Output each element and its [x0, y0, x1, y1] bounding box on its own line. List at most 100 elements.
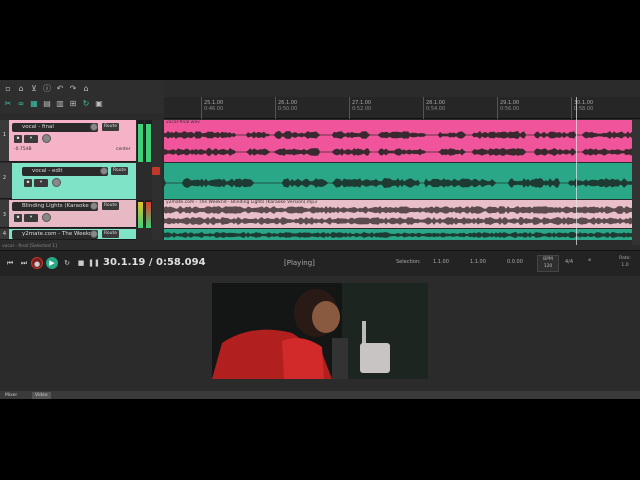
- route-button[interactable]: Route: [102, 202, 120, 210]
- track-meter-3b: [145, 200, 152, 228]
- save-icon[interactable]: ⊻: [28, 83, 40, 95]
- play-state: [Playing]: [284, 259, 315, 267]
- waveform-4: [164, 232, 632, 238]
- tab-video[interactable]: Video: [32, 392, 51, 399]
- grid-icon[interactable]: ▦: [28, 98, 40, 110]
- tick-sublabel: 0:46.00: [204, 106, 224, 112]
- tab-mixer[interactable]: Mixer: [2, 392, 20, 399]
- bpm-label: BPM: [543, 257, 553, 262]
- ruler-tick: 30.1.00 0:58.00: [571, 97, 593, 119]
- pan-knob[interactable]: [52, 178, 61, 187]
- video-frame-image: [212, 283, 428, 379]
- env-button[interactable]: ▾: [24, 214, 38, 222]
- route-button[interactable]: Route: [102, 123, 120, 131]
- meter-fill: [138, 124, 143, 162]
- ruler-tick: 28.1.00 0:54.00: [423, 97, 445, 119]
- play-button[interactable]: ▶: [46, 257, 58, 269]
- track-number: 1: [0, 120, 9, 161]
- playrate-widget[interactable]: ⊕: [588, 257, 602, 269]
- track-meter-1b: [145, 120, 152, 162]
- selection-end[interactable]: 1.1.00: [470, 259, 486, 265]
- vertical-scrollbar[interactable]: [632, 120, 640, 245]
- play-cursor[interactable]: [576, 97, 577, 245]
- rate-value: 1.0: [621, 263, 629, 268]
- status-line: vocal - final [Selected 1]: [2, 244, 57, 249]
- link-icon[interactable]: ∞: [15, 98, 27, 110]
- loop-icon[interactable]: ↻: [80, 98, 92, 110]
- new-file-icon[interactable]: ▫: [2, 83, 14, 95]
- track-name[interactable]: vocal - final: [12, 123, 98, 132]
- track-lane-2[interactable]: [164, 163, 632, 199]
- undo-icon[interactable]: ↶: [54, 83, 66, 95]
- mixer-strip: [152, 120, 162, 240]
- lock-icon[interactable]: ⌂: [80, 83, 92, 95]
- docker-tabs: Mixer Video: [0, 391, 640, 399]
- volume-readout: -0.75dB: [14, 147, 32, 152]
- time-signature[interactable]: 4/4: [565, 259, 573, 265]
- waveform-1: [164, 131, 632, 156]
- fx-icon[interactable]: ▪: [24, 179, 32, 187]
- track-meter-1: [137, 120, 144, 162]
- redo-icon[interactable]: ↷: [67, 83, 79, 95]
- screen: ▫ ⌂ ⊻ ⓘ ↶ ↷ ⌂ ✂ ∞ ▦ ▤ ▥ ⊞ ↻ ▣ 25.1.00 0:4…: [0, 0, 640, 480]
- skip-to-end-icon[interactable]: ⏭: [18, 257, 30, 269]
- track-number: 4: [0, 229, 9, 239]
- bpm-display[interactable]: BPM 120: [537, 255, 559, 272]
- ruler-tick: 26.1.00 0:50.00: [275, 97, 297, 119]
- tick-sublabel: 0:54.00: [426, 106, 446, 112]
- track-header-2[interactable]: 2 vocal - edit Route ▪ ▾: [0, 163, 136, 199]
- fx-icon[interactable]: ▪: [14, 135, 22, 143]
- tick-sublabel: 0:56.00: [500, 106, 520, 112]
- group-icon[interactable]: ▥: [54, 98, 66, 110]
- ruler-tick: 29.1.00 0:56.00: [497, 97, 519, 119]
- fx-icon[interactable]: ▪: [14, 214, 22, 222]
- snap-icon[interactable]: ▤: [41, 98, 53, 110]
- record-button[interactable]: ●: [31, 257, 43, 269]
- track-header-1[interactable]: 1 vocal - final Route ▪ ▾ -0.75dB center: [0, 120, 136, 162]
- selection-length[interactable]: 0.0.00: [507, 259, 523, 265]
- selection-start[interactable]: 1.1.00: [433, 259, 449, 265]
- envelope-icon[interactable]: ⊞: [67, 98, 79, 110]
- track-header-4[interactable]: 4 y2mate.com - The Weekn Route: [0, 229, 136, 240]
- ruler-tick: 25.1.00 0:46.00: [201, 97, 223, 119]
- env-button[interactable]: ▾: [24, 135, 38, 143]
- lock-toggle-icon[interactable]: ▣: [93, 98, 105, 110]
- pan-readout: center: [116, 147, 131, 152]
- pan-knob[interactable]: [42, 213, 51, 222]
- track-lane-3[interactable]: y2mate.com - The Weeknd - Blinding Light…: [164, 200, 632, 228]
- open-icon[interactable]: ⌂: [15, 83, 27, 95]
- track-meter-3: [137, 200, 144, 228]
- pan-knob[interactable]: [42, 134, 51, 143]
- meter-fill: [146, 202, 151, 228]
- track-lane-4[interactable]: [164, 229, 632, 240]
- ripple-icon[interactable]: ✂: [2, 98, 14, 110]
- rate-display[interactable]: Rate: 1.0: [612, 255, 638, 272]
- track-header-3[interactable]: 3 Blinding Lights (Karaoke Route ▪ ▾: [0, 200, 136, 228]
- volume-knob[interactable]: [90, 230, 98, 238]
- meter-fill: [138, 202, 143, 228]
- time-readout: 30.1.19 / 0:58.094: [103, 257, 206, 268]
- transport-bar: ⏮ ⏭ ● ▶ ↻ ■ ❚❚ 30.1.19 / 0:58.094 [Playi…: [0, 250, 640, 276]
- waveform-3: [164, 206, 632, 225]
- properties-icon[interactable]: ⓘ: [41, 83, 53, 95]
- record-indicator[interactable]: [152, 167, 160, 175]
- tick-sublabel: 0:50.00: [278, 106, 298, 112]
- pause-button[interactable]: ❚❚: [88, 257, 100, 269]
- toolbar: ▫ ⌂ ⊻ ⓘ ↶ ↷ ⌂ ✂ ∞ ▦ ▤ ▥ ⊞ ↻ ▣: [0, 80, 164, 113]
- volume-knob[interactable]: [90, 123, 98, 131]
- timeline-ruler[interactable]: 25.1.00 0:46.00 26.1.00 0:50.00 27.1.00 0:5…: [164, 97, 640, 119]
- track-lane-1[interactable]: vocal-final.wav: [164, 120, 632, 162]
- skip-to-start-icon[interactable]: ⏮: [4, 257, 16, 269]
- stop-button[interactable]: ■: [75, 257, 87, 269]
- track-name[interactable]: y2mate.com - The Weekn: [12, 230, 98, 239]
- ruler-tick: 27.1.00 0:52.00: [349, 97, 371, 119]
- route-button[interactable]: Route: [111, 167, 129, 175]
- volume-knob[interactable]: [100, 167, 108, 175]
- loop-icon[interactable]: ↻: [61, 257, 73, 269]
- volume-knob[interactable]: [90, 202, 98, 210]
- route-button[interactable]: Route: [102, 230, 120, 238]
- track-name[interactable]: vocal - edit: [22, 167, 108, 176]
- selection-label: Selection:: [396, 259, 421, 265]
- track-name[interactable]: Blinding Lights (Karaoke: [12, 202, 98, 211]
- env-button[interactable]: ▾: [34, 179, 48, 187]
